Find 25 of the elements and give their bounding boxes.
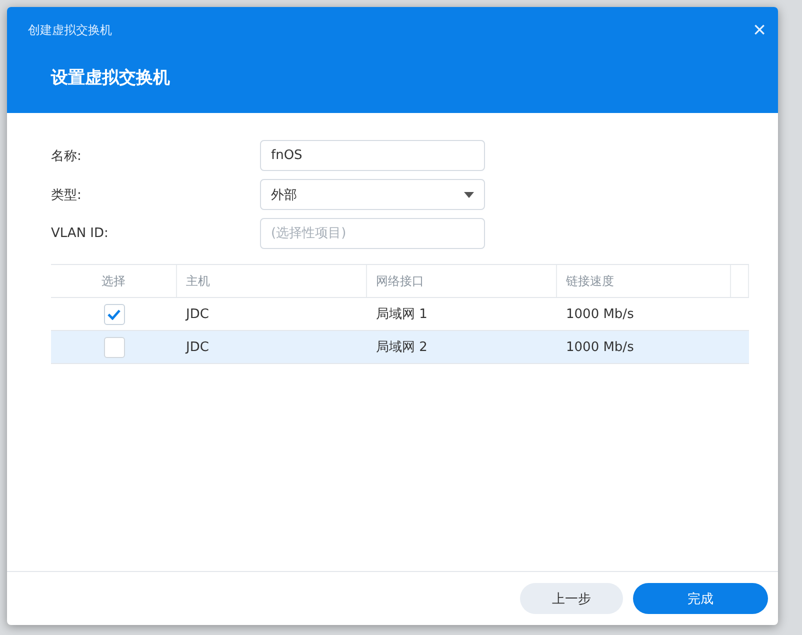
input-field[interactable]: fnOS xyxy=(260,140,485,171)
type-dropdown[interactable]: 外部 xyxy=(260,179,485,210)
column-header[interactable]: 链接速度 xyxy=(557,265,731,297)
table-cell-text: 局域网 1 xyxy=(375,306,428,324)
checkbox[interactable] xyxy=(104,336,124,358)
column-header[interactable]: 网络接口 xyxy=(367,265,557,297)
checkmark-icon xyxy=(107,308,121,320)
table-cell-text: JDC xyxy=(184,338,210,356)
checkbox[interactable] xyxy=(104,304,124,324)
column-header[interactable]: 主机 xyxy=(177,265,367,297)
table-cell-text: 1000 Mb/s xyxy=(565,338,635,356)
table-cell-text: 1000 Mb/s xyxy=(565,306,635,324)
step-title: 设置虚拟交换机 xyxy=(51,67,171,89)
finish-button[interactable]: 完成 xyxy=(633,583,768,614)
field-label: VLAN ID: xyxy=(51,226,110,241)
input-field[interactable]: (选择性项目) xyxy=(260,218,485,249)
close-button[interactable]: × xyxy=(749,19,770,41)
back-button[interactable]: 上一步 xyxy=(520,583,623,614)
field-label: 名称: xyxy=(51,148,82,164)
caret-icon xyxy=(464,192,474,198)
table-cell-text: 局域网 2 xyxy=(375,339,428,357)
column-header[interactable]: 选择 xyxy=(51,265,177,297)
dialog-title: 创建虚拟交换机 xyxy=(28,22,112,39)
table-cell-text: JDC xyxy=(184,306,210,324)
field-label: 类型: xyxy=(51,186,82,204)
